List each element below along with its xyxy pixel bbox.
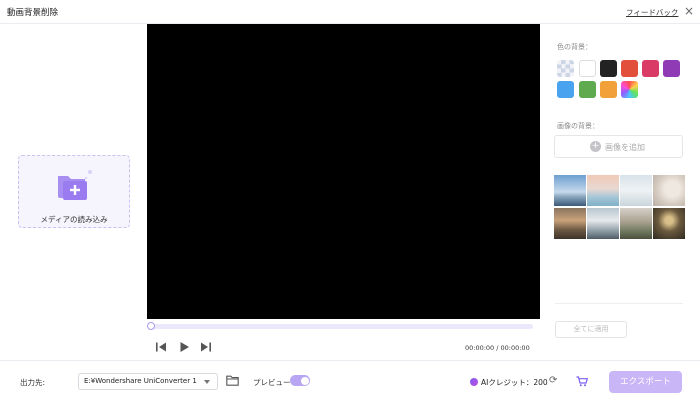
close-icon[interactable]: × — [683, 4, 695, 18]
background-thumbnail[interactable] — [554, 208, 586, 239]
add-image-label: 画像を追加 — [605, 143, 645, 152]
output-path-value: E:¥Wondershare UniConverter 1 — [84, 377, 197, 385]
color-swatch-transparent[interactable] — [557, 60, 574, 77]
previous-frame-icon[interactable] — [155, 341, 167, 353]
background-thumbnail[interactable] — [554, 175, 586, 206]
refresh-icon[interactable]: ⟳ — [549, 376, 557, 386]
color-swatch-white[interactable] — [579, 60, 596, 77]
import-media-button[interactable]: メディアの読み込み — [18, 155, 130, 228]
next-frame-icon[interactable] — [200, 341, 212, 353]
time-display: 00:00:00 / 00:00:00 — [465, 344, 530, 352]
background-thumbnail[interactable] — [620, 208, 652, 239]
background-thumbnail[interactable] — [653, 208, 685, 239]
timeline-slider[interactable] — [147, 322, 533, 330]
export-button[interactable]: エクスポート — [609, 371, 682, 393]
color-swatch-purple[interactable] — [663, 60, 680, 77]
apply-all-button[interactable]: 全てに適用 — [555, 321, 627, 338]
video-preview — [147, 24, 540, 319]
background-thumbnail[interactable] — [587, 175, 619, 206]
cart-icon[interactable] — [576, 376, 588, 387]
ai-credit-label: AIクレジット：200 — [481, 378, 548, 387]
output-label: 出力先: — [20, 378, 46, 387]
color-swatch-custom[interactable] — [621, 81, 638, 98]
plus-icon: + — [590, 141, 601, 152]
color-swatch-black[interactable] — [600, 60, 617, 77]
color-swatch-pink[interactable] — [642, 60, 659, 77]
timeline-handle[interactable] — [147, 322, 155, 330]
ai-credit-icon — [470, 378, 478, 386]
background-thumbnail[interactable] — [653, 175, 685, 206]
toggle-knob — [300, 376, 309, 385]
panel-divider — [555, 303, 683, 304]
color-swatch-orange[interactable] — [600, 81, 617, 98]
title-bar: 動画背景削除 フィードバック × — [0, 0, 700, 24]
chevron-down-icon — [204, 380, 210, 384]
output-path-select[interactable]: E:¥Wondershare UniConverter 1 — [78, 373, 218, 390]
window-title: 動画背景削除 — [7, 8, 59, 18]
color-swatch-red[interactable] — [621, 60, 638, 77]
import-media-label: メディアの読み込み — [40, 215, 108, 224]
preview-label: プレビュー — [253, 378, 291, 387]
play-icon[interactable] — [178, 341, 190, 353]
feedback-link[interactable]: フィードバック — [626, 7, 678, 18]
color-swatch-blue[interactable] — [557, 81, 574, 98]
color-swatch-green[interactable] — [579, 81, 596, 98]
image-background-label: 画像の背景： — [557, 122, 599, 130]
add-image-button[interactable]: + 画像を追加 — [554, 135, 683, 158]
preview-toggle[interactable] — [290, 375, 310, 386]
background-thumbnail[interactable] — [587, 208, 619, 239]
folder-icon[interactable] — [226, 375, 239, 386]
background-thumbnail[interactable] — [620, 175, 652, 206]
color-background-label: 色の背景： — [557, 43, 592, 51]
folder-add-icon — [58, 170, 92, 200]
